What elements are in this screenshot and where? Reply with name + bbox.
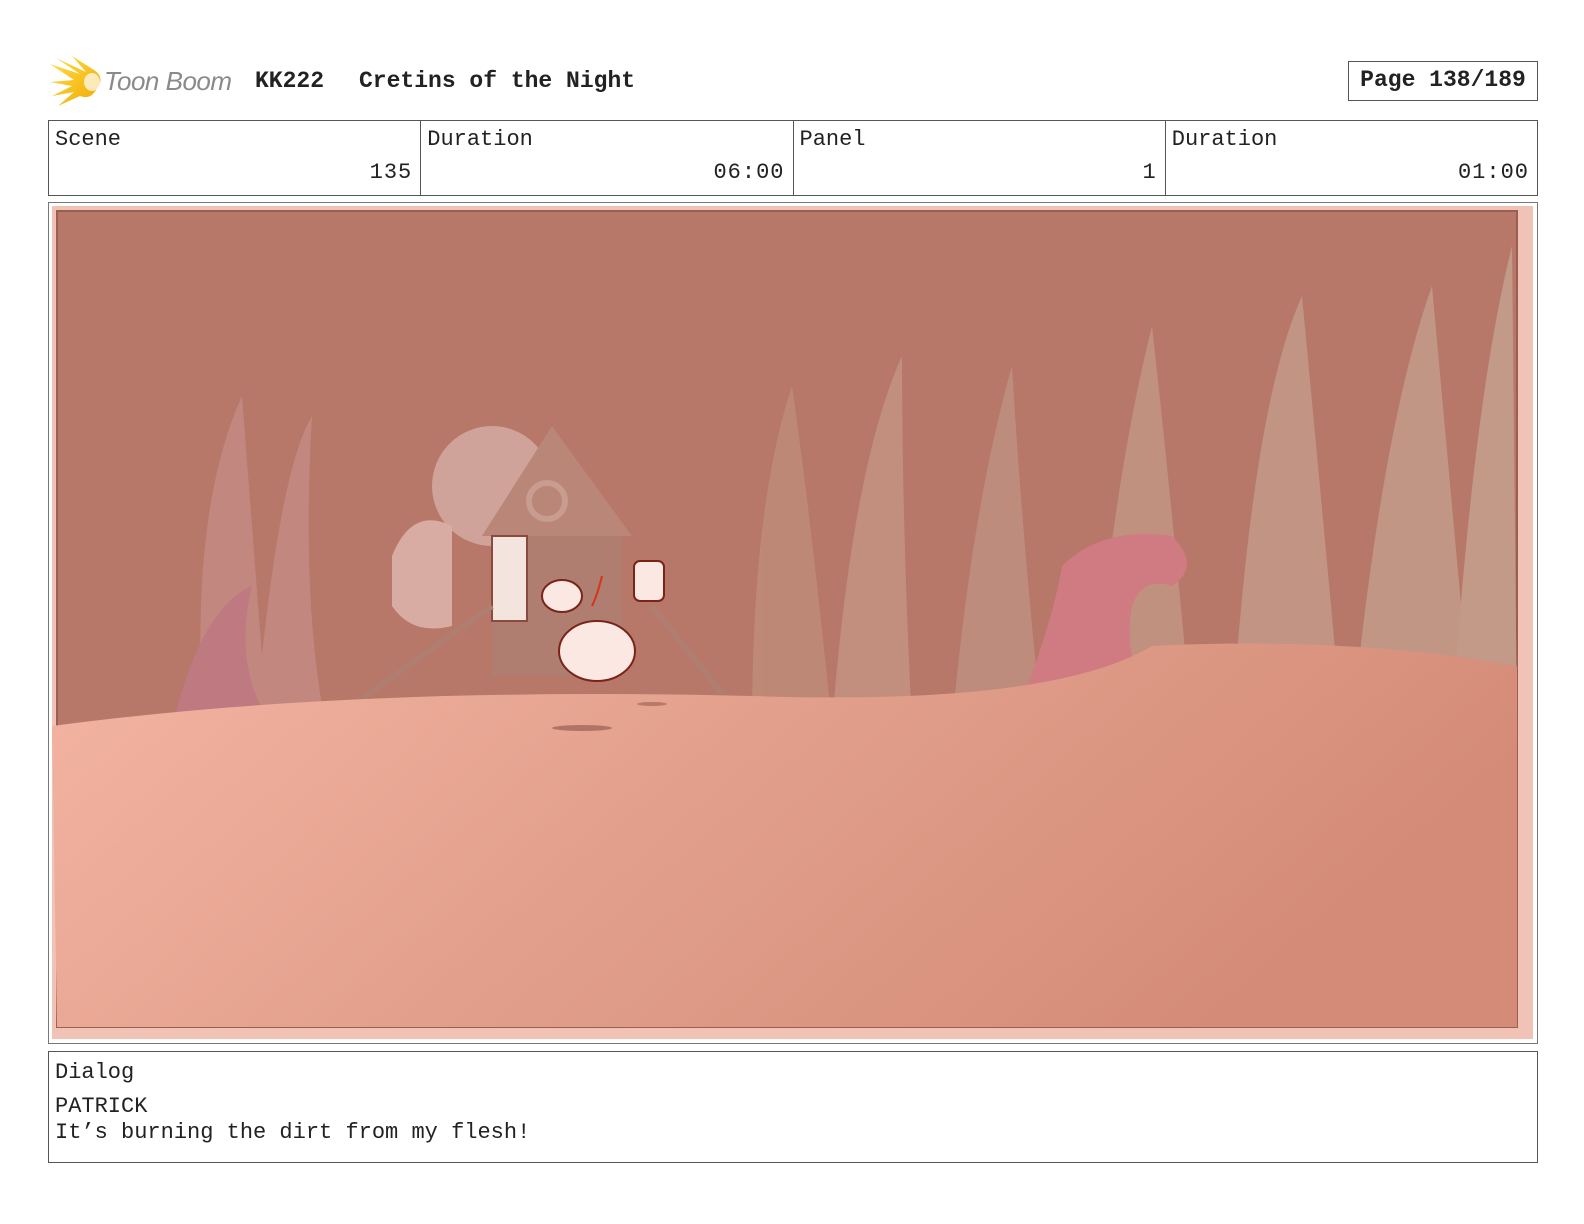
scene-duration-value: 06:00	[713, 160, 785, 185]
panel-cell: Panel 1	[794, 121, 1166, 195]
page-header: Toon Boom KK222 Cretins of the Night Pag…	[50, 52, 1538, 108]
dialog-box: Dialog PATRICK It’s burning the dirt fro…	[48, 1051, 1538, 1163]
scene-duration-cell: Duration 06:00	[421, 121, 794, 195]
scene-duration-label: Duration	[427, 127, 533, 152]
panel-duration-cell: Duration 01:00	[1166, 121, 1537, 195]
scene-value: 135	[369, 160, 413, 185]
panel-artwork	[52, 206, 1533, 1039]
scene-cell: Scene 135	[49, 121, 422, 195]
flame-icon	[50, 56, 101, 106]
toon-boom-logo: Toon Boom	[50, 56, 240, 106]
panel-value: 1	[1142, 160, 1157, 185]
panel-label: Panel	[799, 127, 866, 152]
dialog-label: Dialog	[55, 1060, 135, 1085]
dialog-line: It’s burning the dirt from my flesh!	[55, 1120, 531, 1145]
panel-duration-label: Duration	[1171, 127, 1278, 152]
scene-info-row: Scene 135 Duration 06:00 Panel 1 Duratio…	[48, 120, 1538, 196]
storyboard-panel	[48, 202, 1538, 1044]
episode-title: Cretins of the Night	[359, 68, 636, 94]
page-number: Page 138/189	[1348, 61, 1538, 101]
scene-label: Scene	[55, 127, 122, 152]
logo-text: Toon Boom	[104, 66, 232, 96]
production-code: KK222	[255, 68, 325, 94]
dialog-speaker: PATRICK	[55, 1094, 148, 1119]
panel-duration-value: 01:00	[1457, 160, 1529, 185]
